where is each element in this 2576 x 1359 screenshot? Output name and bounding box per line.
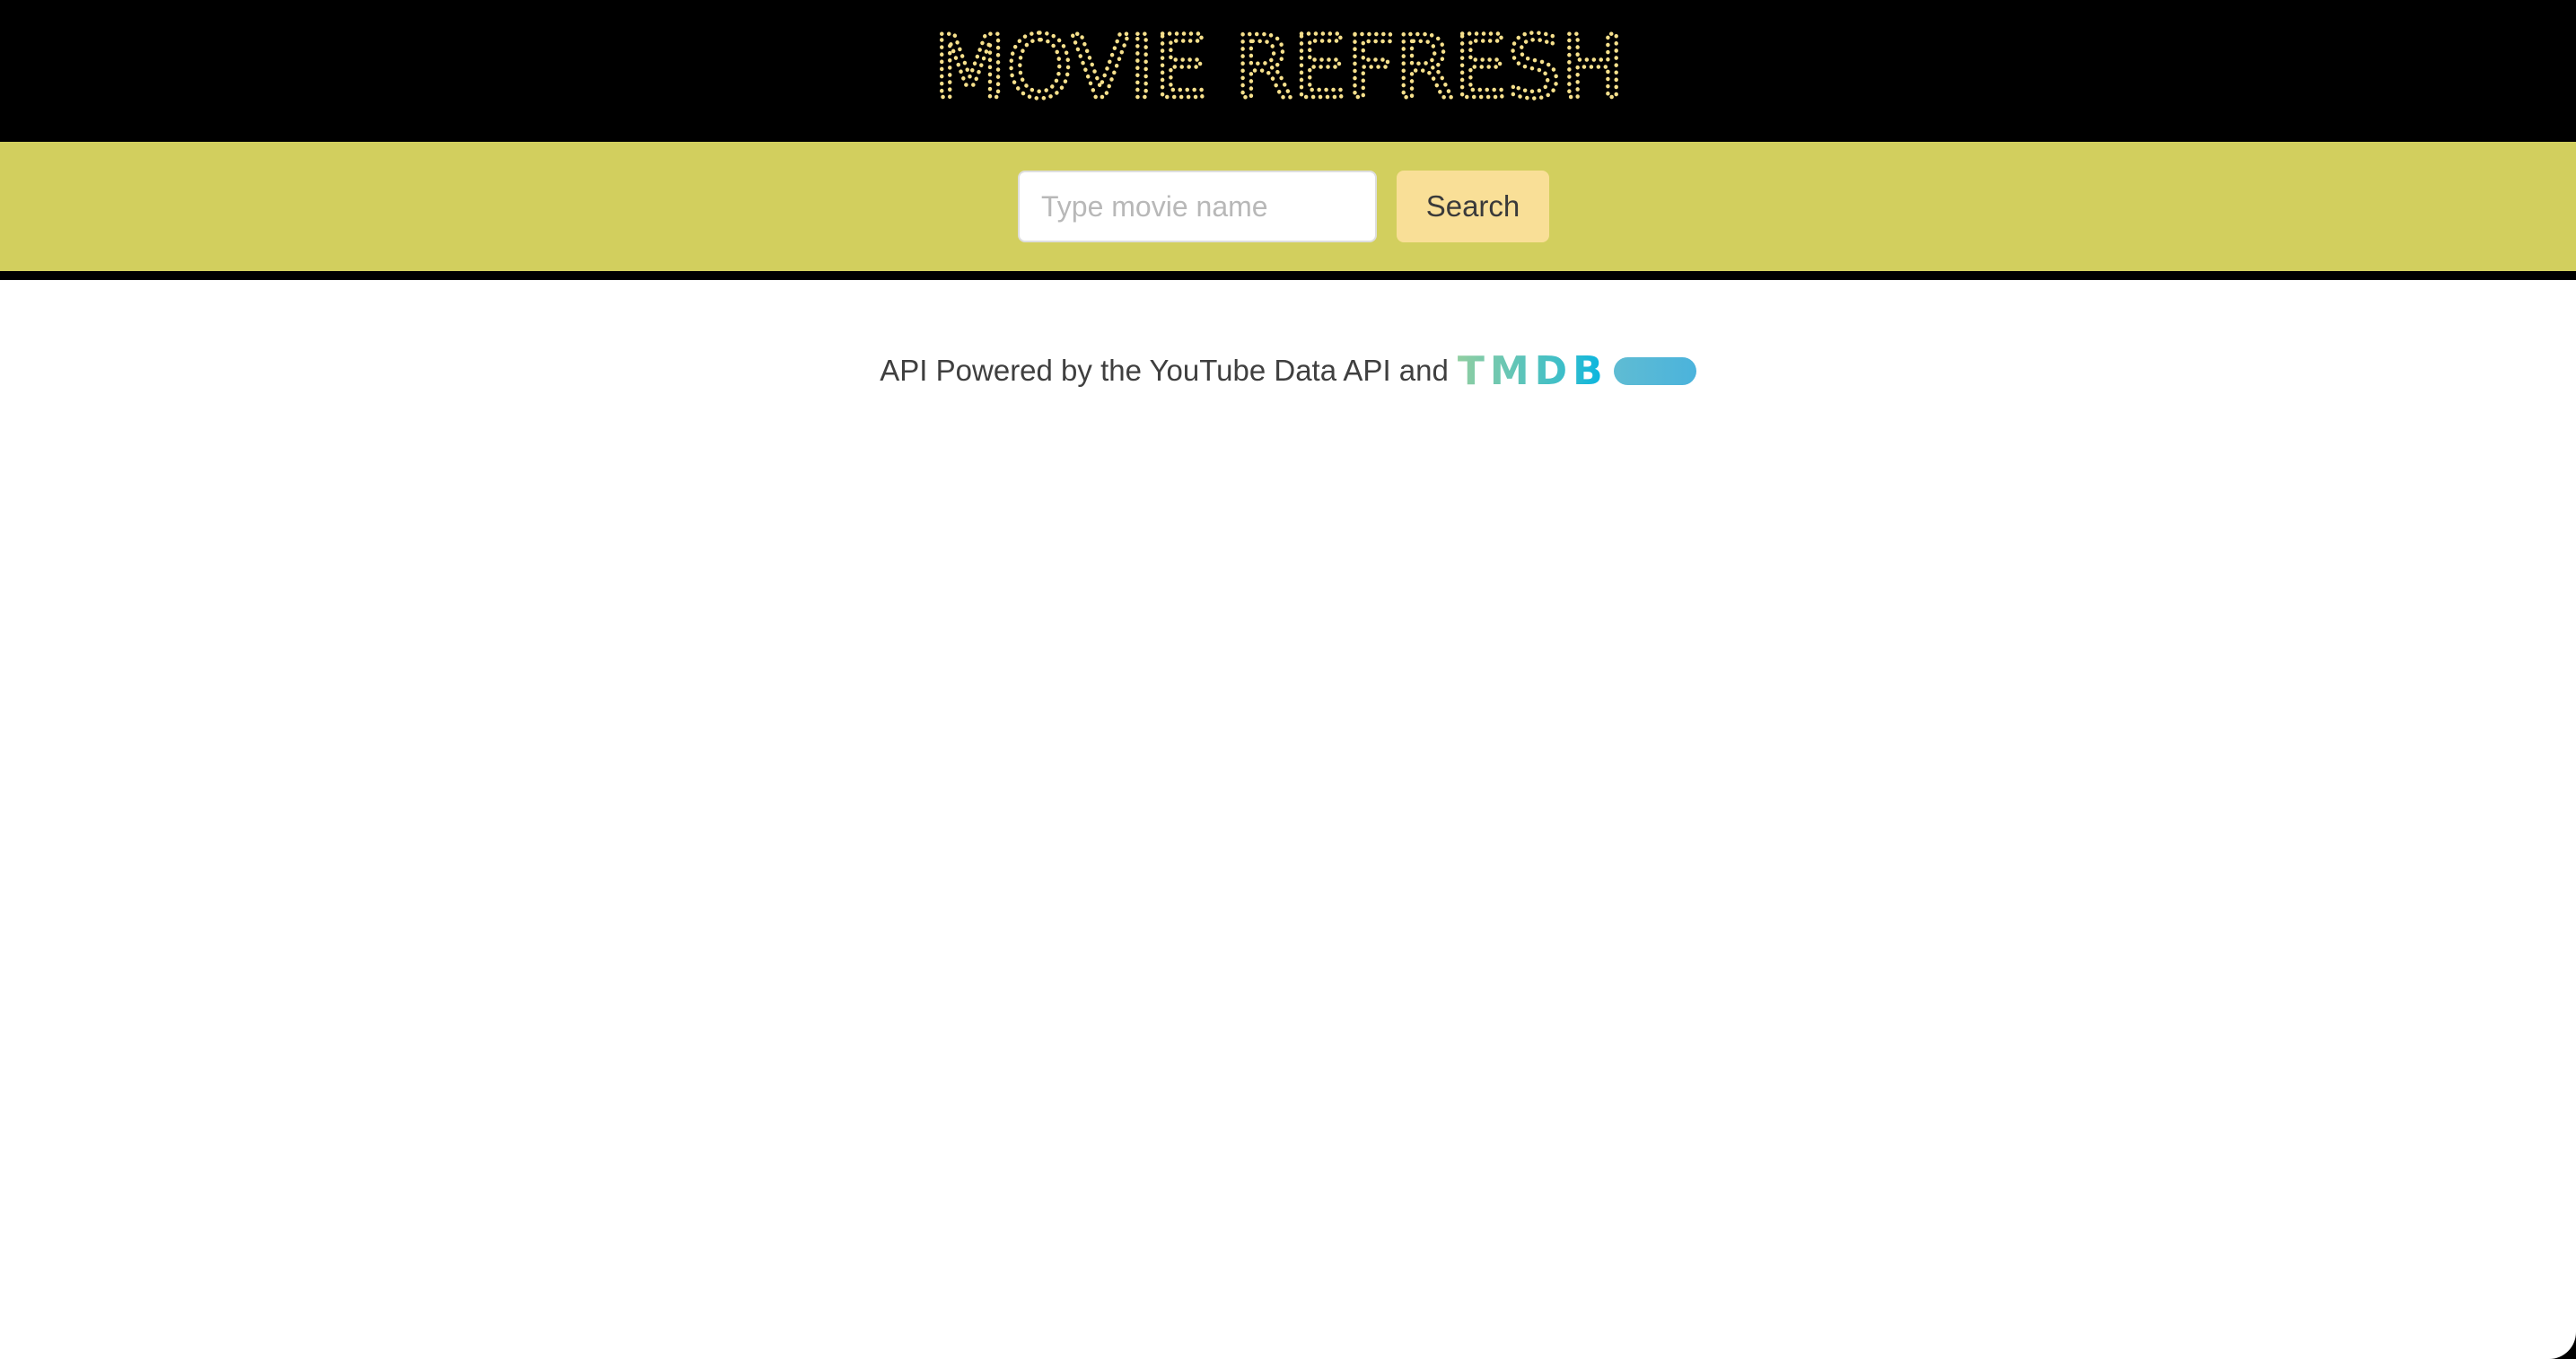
movie-search-input[interactable]: [1018, 171, 1377, 242]
search-bar: Search: [0, 142, 2576, 280]
logo-text: MOVIE REFRESH: [933, 22, 1625, 107]
tmdb-logo-pill-icon: [1613, 356, 1696, 385]
site-logo: MOVIE REFRESH: [933, 22, 1626, 107]
tmdb-logo: TMDB: [1457, 347, 1608, 394]
page: MOVIE REFRESH Search API Powered by the …: [0, 0, 2576, 1359]
search-button[interactable]: Search: [1397, 171, 1549, 242]
site-header: MOVIE REFRESH: [0, 0, 2576, 142]
tmdb-logo-link[interactable]: TMDB: [1458, 348, 1696, 394]
api-credits-text: API Powered by the YouTube Data API and: [880, 354, 1449, 387]
api-credits-row: API Powered by the YouTube Data API and …: [880, 344, 1696, 398]
api-credits: API Powered by the YouTube Data API and …: [0, 344, 2576, 398]
